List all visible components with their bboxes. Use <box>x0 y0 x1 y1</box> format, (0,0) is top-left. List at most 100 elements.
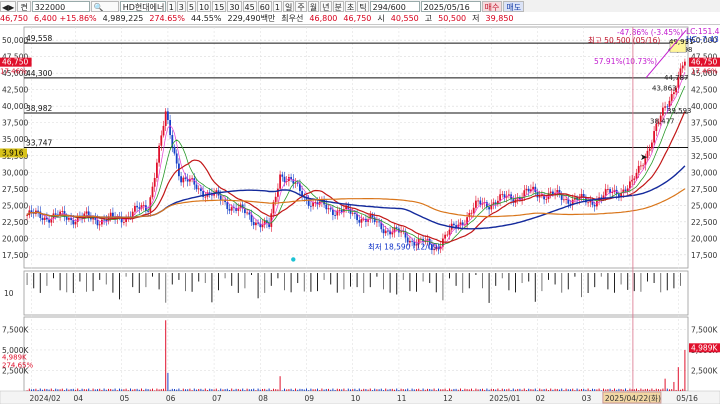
candle-body <box>167 111 169 121</box>
date-tick: 04 <box>74 394 84 403</box>
candle-body <box>252 222 255 226</box>
date-tick: 10 <box>351 394 361 403</box>
candle-body <box>158 145 160 163</box>
candle-body <box>411 240 413 242</box>
tab-minute[interactable]: 분 <box>332 0 344 12</box>
low-annotation: 최저 18,590 (12/09) <box>368 242 440 252</box>
candle-body <box>459 222 462 225</box>
candle-body <box>470 212 473 214</box>
period-1b[interactable]: 1 <box>272 0 282 12</box>
stock-name[interactable]: HD현대에너 <box>119 0 166 12</box>
price-tick-left: 40,000 <box>2 102 28 111</box>
candle-body <box>219 195 222 201</box>
candle-body <box>72 219 75 225</box>
tab-day[interactable]: 일 <box>283 0 295 12</box>
candle-body <box>142 205 145 207</box>
price-tick-right: 32,500 <box>691 152 717 161</box>
candle-body <box>545 199 548 200</box>
candle-body <box>151 186 154 198</box>
period-15[interactable]: 15 <box>212 0 227 12</box>
candle-body <box>488 207 490 210</box>
buy-button[interactable]: 매수 <box>481 0 503 12</box>
candle-body <box>582 193 585 197</box>
date-tick: 09 <box>305 394 315 403</box>
open-label: 시 <box>377 13 385 23</box>
candle-body <box>41 217 44 221</box>
tab-year[interactable]: 년 <box>320 0 332 12</box>
volume-pct-left: 274.65% <box>2 361 33 369</box>
box-label: 49,931 <box>669 38 694 46</box>
candle-body <box>164 111 167 126</box>
tab-week[interactable]: 주 <box>295 0 307 12</box>
ask-price: 46,800 <box>309 13 338 23</box>
period-10[interactable]: 10 <box>196 0 212 12</box>
price-tick-left: 50,000 <box>2 36 28 45</box>
price-tick-left: 25,000 <box>2 201 28 210</box>
candle-body <box>325 204 328 210</box>
candle-body <box>378 221 380 223</box>
code-input[interactable]: 322000 <box>31 0 90 12</box>
date-tick: 07 <box>212 394 222 403</box>
candle-body <box>169 120 171 136</box>
period-3[interactable]: 3 <box>176 0 186 12</box>
tab-second[interactable]: 초 <box>344 0 357 12</box>
market-select[interactable]: 켠 <box>17 0 31 12</box>
candle-body <box>593 204 596 207</box>
candle-body <box>354 212 356 214</box>
drop-annotation: -47.86% (-3.45%) <box>617 28 683 37</box>
date-tick: 11 <box>397 394 407 403</box>
period-5[interactable]: 5 <box>186 0 196 12</box>
tab-month[interactable]: 월 <box>307 0 320 12</box>
candle-body <box>527 188 530 192</box>
candle-body <box>501 194 504 196</box>
candle-body <box>477 200 479 202</box>
candle-body <box>664 106 666 108</box>
price-tick-right: 17,500 <box>691 251 717 260</box>
period-60[interactable]: 60 <box>257 0 272 12</box>
candle-body <box>384 230 387 234</box>
price-tick-left: 35,000 <box>2 135 28 144</box>
low-label: 저 <box>472 13 480 23</box>
left-pct-label: 17.46% <box>0 68 27 76</box>
candle-body <box>204 196 207 198</box>
nav-arrows[interactable]: ◀▶ <box>0 0 17 12</box>
count-field[interactable]: 294/600 <box>369 0 420 12</box>
price-change: 6,400 +15.86% <box>34 13 97 23</box>
date-tick: 2025/01 <box>489 394 520 403</box>
candle-body <box>653 131 655 143</box>
candle-body <box>274 196 277 202</box>
candle-body <box>446 234 449 236</box>
crosshair-date: 2025/04/22(화) <box>605 394 661 403</box>
search-icon[interactable]: 🔍 <box>90 0 119 12</box>
volume-tick-left: 7,500K <box>2 325 29 334</box>
right-current-price-tag: 46,750 <box>691 58 717 67</box>
candle-body <box>261 224 264 228</box>
candle-body <box>338 209 341 211</box>
date-field[interactable]: 2025/05/16 <box>420 0 481 12</box>
price-tick-right: 35,000 <box>691 135 717 144</box>
price-tick-left: 37,500 <box>2 119 28 128</box>
date-tick: 2024/02 <box>30 394 61 403</box>
candle-body <box>109 212 112 217</box>
candle-body <box>532 186 534 190</box>
candle-body <box>43 217 46 221</box>
candle-body <box>587 202 589 204</box>
candle-body <box>472 207 475 213</box>
candle-body <box>101 219 103 225</box>
candle-body <box>312 202 314 207</box>
date-tick: 06 <box>166 394 176 403</box>
period-30[interactable]: 30 <box>227 0 242 12</box>
candle-body <box>662 107 664 116</box>
period-1[interactable]: 1 <box>166 0 176 12</box>
tab-tick[interactable]: 틱 <box>357 0 369 12</box>
period-45[interactable]: 45 <box>242 0 257 12</box>
price-chart[interactable]: 49,55844,30038,98233,747 10 50,000 50,000… <box>0 25 720 404</box>
cursor-icon: ➤ <box>640 153 648 163</box>
candle-body <box>103 219 105 221</box>
candle-body <box>248 212 251 215</box>
candle-body <box>230 207 233 211</box>
candle-body <box>629 181 631 189</box>
sell-button[interactable]: 매도 <box>503 0 525 12</box>
candle-body <box>112 212 114 217</box>
candle-body <box>85 211 88 214</box>
